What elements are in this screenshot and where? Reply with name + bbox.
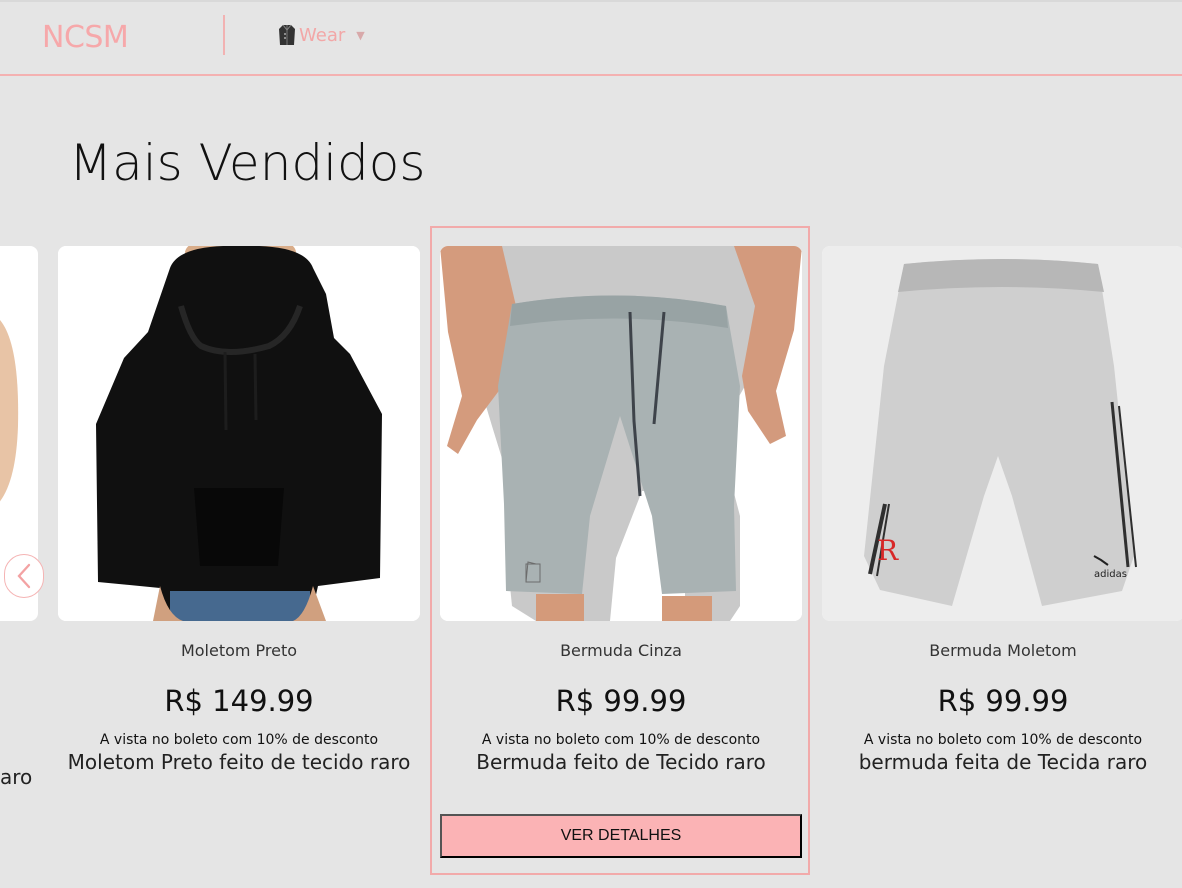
product-price: R$ 99.99 [937, 684, 1069, 718]
page-title: Mais Vendidos [69, 133, 426, 192]
wear-menu[interactable]: Wear ▼ [278, 24, 365, 46]
product-installment-note: A vista no boleto com 10% de desconto [481, 732, 761, 748]
product-installment-note: A vista no boleto com 10% de desconto [863, 732, 1143, 748]
carousel-prev-button[interactable] [4, 554, 44, 598]
product-description: Moletom Preto feito de tecido raro [67, 750, 411, 774]
svg-text:R: R [877, 534, 899, 567]
site-header: NCSM Wear ▼ [0, 2, 1182, 76]
product-price: R$ 149.99 [164, 684, 314, 718]
product-name: Bermuda Moletom [929, 641, 1077, 660]
jacket-icon [278, 24, 296, 46]
view-details-button[interactable]: VER DETALHES [440, 814, 802, 858]
product-description: Bermuda feito de Tecido raro [476, 750, 766, 774]
chevron-left-icon [17, 563, 31, 589]
chevron-down-icon: ▼ [356, 28, 365, 42]
product-image[interactable] [440, 246, 802, 621]
product-price: R$ 99.99 [555, 684, 687, 718]
product-name: Bermuda Cinza [560, 641, 682, 660]
product-name: Moletom Preto [180, 641, 298, 660]
product-card-selected[interactable]: Bermuda Cinza R$ 99.99 A vista no boleto… [440, 246, 802, 774]
header-divider [223, 15, 225, 55]
product-card[interactable]: Moletom Preto R$ 149.99 A vista no bolet… [58, 246, 420, 774]
product-card[interactable]: R adidas Bermuda Moletom R$ 99.99 A vist… [822, 246, 1182, 774]
product-image[interactable]: R adidas [822, 246, 1182, 621]
site-logo[interactable]: NCSM [42, 20, 129, 55]
product-installment-note: A vista no boleto com 10% de desconto [99, 732, 379, 748]
wear-menu-label: Wear [299, 24, 346, 46]
product-description: bermuda feita de Tecida raro [858, 750, 1148, 774]
svg-text:adidas: adidas [1094, 569, 1127, 580]
product-image[interactable] [58, 246, 420, 621]
product-peek-description: aro [0, 765, 33, 789]
